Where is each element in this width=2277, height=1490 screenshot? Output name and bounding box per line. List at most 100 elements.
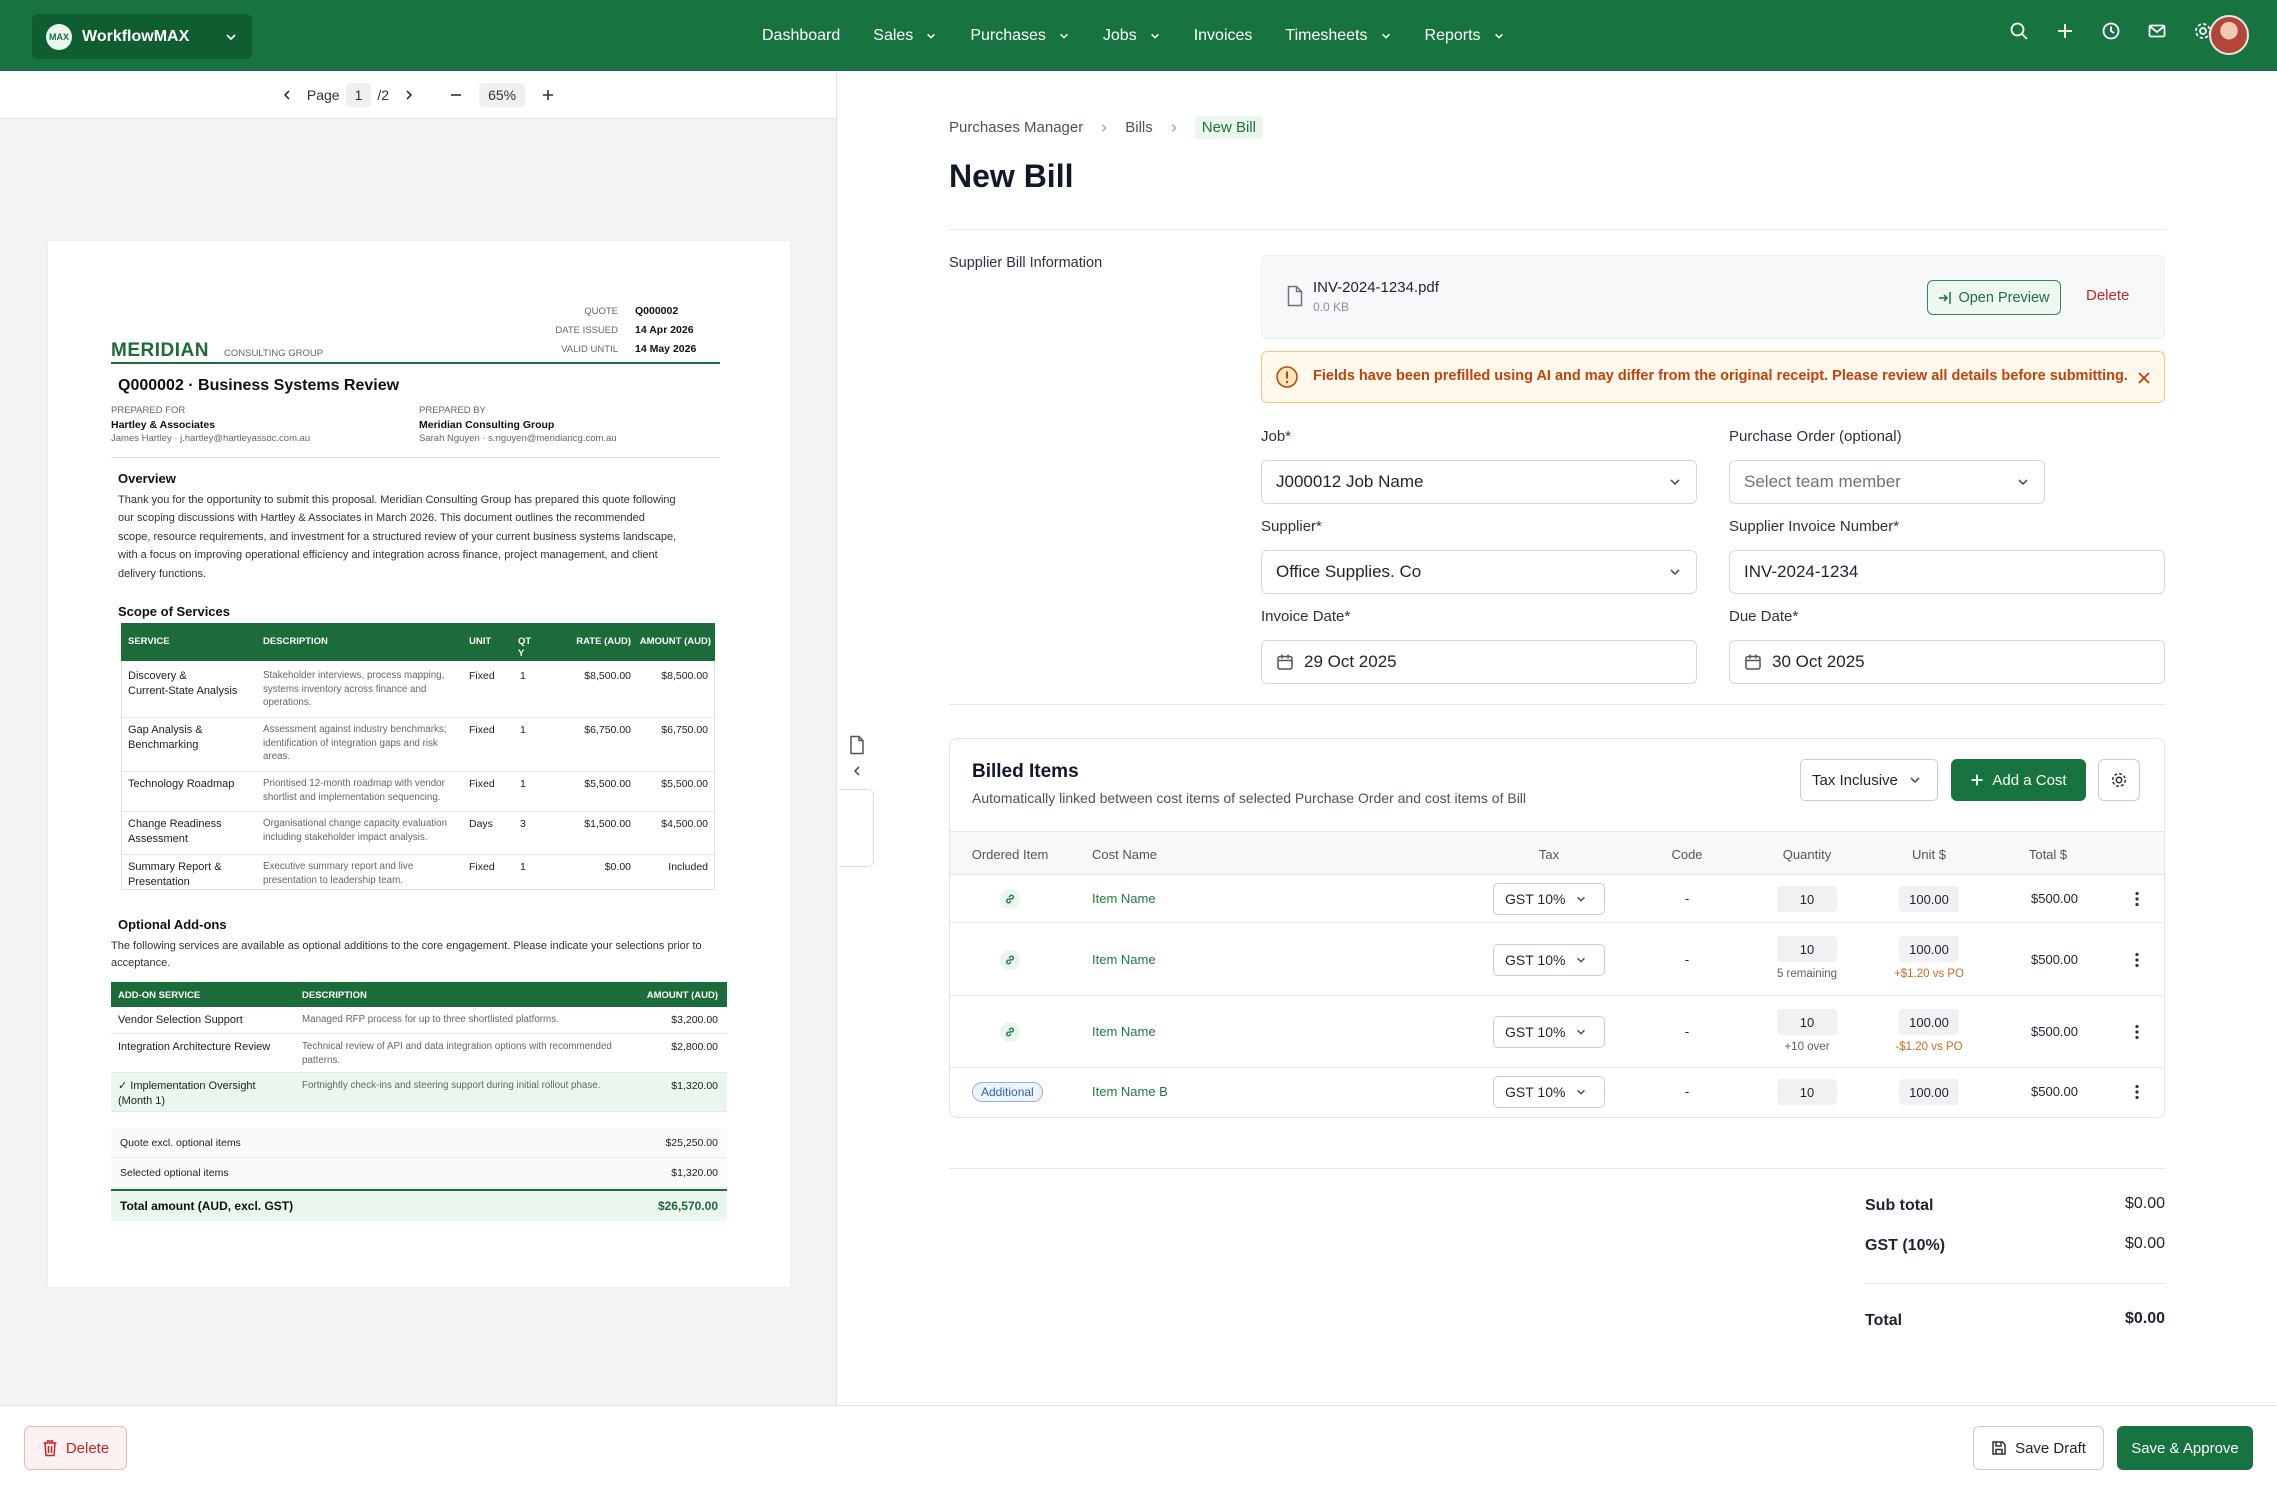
page-label: Page — [306, 86, 340, 103]
close-icon[interactable] — [2136, 370, 2152, 386]
tax-select[interactable]: GST 10% — [1493, 1076, 1605, 1108]
chevron-left-icon[interactable] — [281, 89, 293, 101]
purchase-order-select[interactable]: Select team member — [1729, 460, 2045, 504]
cost-name-link[interactable]: Item Name — [1092, 891, 1156, 906]
link-icon[interactable] — [1000, 889, 1020, 909]
row-divider — [122, 771, 714, 772]
invoice-date-input[interactable]: 29 Oct 2025 — [1261, 640, 1697, 684]
overview-line: with a focus on improving operational ef… — [118, 549, 658, 562]
nav-item-reports[interactable]: Reports — [1425, 27, 1505, 45]
scope-description: Executive summary report and live — [263, 861, 414, 872]
table-settings-button[interactable] — [2098, 759, 2140, 801]
scope-rate: $6,750.00 — [584, 724, 631, 736]
breadcrumb-item[interactable]: Purchases Manager — [949, 119, 1083, 136]
addon-description: patterns. — [302, 1054, 341, 1066]
billed-col-header: Cost Name — [1092, 847, 1158, 862]
subtotal-value: $0.00 — [2124, 1195, 2165, 1212]
scope-amount: $6,750.00 — [661, 724, 708, 736]
quantity-input[interactable]: 10 — [1777, 936, 1837, 962]
save-approve-button[interactable]: Save & Approve — [2117, 1426, 2253, 1470]
tax-value: GST 10% — [1505, 951, 1566, 968]
action-footer: Delete Save Draft Save & Approve — [0, 1405, 2277, 1490]
divider — [949, 1168, 2165, 1169]
row-divider — [122, 717, 714, 718]
tax-select[interactable]: GST 10% — [1493, 883, 1605, 915]
addon-service: Integration Architecture Review — [118, 1041, 271, 1053]
delete-file-link[interactable]: Delete — [2086, 287, 2129, 304]
zoom-level[interactable]: 65% — [479, 82, 526, 107]
addon-description: Fortnightly check-ins and steering suppo… — [302, 1080, 601, 1091]
kebab-menu-icon[interactable] — [2135, 891, 2139, 907]
scope-unit: Fixed — [469, 724, 495, 736]
delete-bill-button[interactable]: Delete — [24, 1426, 127, 1470]
page-total: /2 — [377, 86, 390, 103]
cost-name-link[interactable]: Item Name — [1092, 1024, 1156, 1039]
warning-icon — [1275, 365, 1299, 389]
scope-description: presentation to leadership team. — [263, 874, 403, 886]
open-preview-button[interactable]: Open Preview — [1927, 280, 2061, 315]
due-date-input[interactable]: 30 Oct 2025 — [1729, 640, 2165, 684]
cost-name-link[interactable]: Item Name B — [1092, 1084, 1168, 1099]
zoom-out-icon[interactable] — [449, 88, 463, 102]
prepared-by-label: PREPARED BY — [419, 405, 486, 416]
nav-item-dashboard[interactable]: Dashboard — [762, 27, 840, 45]
addons-line: acceptance. — [111, 957, 171, 969]
nav-item-jobs[interactable]: Jobs — [1103, 27, 1161, 45]
link-icon[interactable] — [1000, 949, 1020, 970]
clock-icon[interactable] — [2101, 21, 2121, 41]
nav-item-timesheets[interactable]: Timesheets — [1285, 27, 1391, 45]
org-switcher[interactable]: MAX WorkflowMAX — [32, 14, 252, 59]
quantity-input[interactable]: 10 — [1777, 1079, 1837, 1105]
tax-mode-select[interactable]: Tax Inclusive — [1800, 759, 1938, 801]
add-cost-button[interactable]: Add a Cost — [1951, 759, 2086, 801]
quantity-input[interactable]: 10 — [1777, 1009, 1837, 1035]
addon-service: (Month 1) — [118, 1094, 166, 1107]
scope-col-header: UNIT — [469, 636, 492, 647]
unit-price-input[interactable]: 100.00 — [1899, 936, 1959, 962]
link-icon[interactable] — [1000, 1022, 1020, 1042]
unit-price-input[interactable]: 100.00 — [1899, 1009, 1959, 1035]
tax-value: GST 10% — [1505, 1024, 1566, 1040]
scope-description: operations. — [263, 697, 312, 708]
scope-description: Organisational change capacity evaluatio… — [263, 818, 448, 829]
cost-name-link[interactable]: Item Name — [1092, 952, 1156, 967]
job-select[interactable]: J000012 Job Name — [1261, 460, 1697, 504]
chevron-right-icon[interactable] — [403, 89, 415, 101]
calendar-icon — [1276, 653, 1294, 671]
kebab-menu-icon[interactable] — [2135, 952, 2139, 968]
total-value: $500.00 — [2031, 891, 2078, 906]
plus-icon — [1970, 773, 1984, 787]
zoom-in-icon[interactable] — [541, 88, 555, 102]
supplier-select[interactable]: Office Supplies. Co — [1261, 550, 1697, 594]
avatar[interactable] — [2209, 15, 2249, 55]
tax-select[interactable]: GST 10% — [1493, 943, 1605, 976]
purchase-order-placeholder: Select team member — [1744, 472, 1901, 491]
mail-icon[interactable] — [2147, 21, 2167, 41]
supplier-invoice-number-input[interactable]: INV-2024-1234 — [1729, 550, 2165, 594]
addon-service: Vendor Selection Support — [118, 1014, 243, 1026]
breadcrumb-item[interactable]: Bills — [1125, 119, 1153, 136]
kebab-menu-icon[interactable] — [2135, 1024, 2139, 1040]
save-draft-button[interactable]: Save Draft — [1973, 1426, 2104, 1470]
scope-description: systems inventory across finance and — [263, 683, 427, 695]
unit-price-input[interactable]: 100.00 — [1899, 886, 1959, 912]
kebab-menu-icon[interactable] — [2135, 1084, 2139, 1100]
quantity-input[interactable]: 10 — [1777, 886, 1837, 912]
scope-unit: Fixed — [469, 778, 495, 790]
unit-price-input[interactable]: 100.00 — [1899, 1079, 1959, 1105]
scope-unit: Fixed — [469, 670, 495, 682]
scope-description: Stakeholder interviews, process mapping, — [263, 670, 445, 681]
breadcrumb: Purchases Manager Bills New Bill — [949, 116, 1263, 139]
scope-service: Gap Analysis & — [128, 724, 203, 736]
tax-select[interactable]: GST 10% — [1493, 1016, 1605, 1048]
nav-item-invoices[interactable]: Invoices — [1194, 27, 1253, 45]
file-name[interactable]: INV-2024-1234.pdf — [1313, 279, 1439, 296]
main-nav: Dashboard Sales Purchases Jobs Invoices Times… — [762, 0, 1538, 71]
chevron-down-icon — [1668, 565, 1682, 579]
search-icon[interactable] — [2009, 21, 2029, 41]
nav-item-purchases[interactable]: Purchases — [970, 27, 1070, 45]
plus-icon[interactable] — [2055, 21, 2075, 41]
scope-amount: $8,500.00 — [661, 670, 708, 682]
nav-item-sales[interactable]: Sales — [873, 27, 937, 45]
page-number-input[interactable]: 1 — [345, 82, 372, 107]
